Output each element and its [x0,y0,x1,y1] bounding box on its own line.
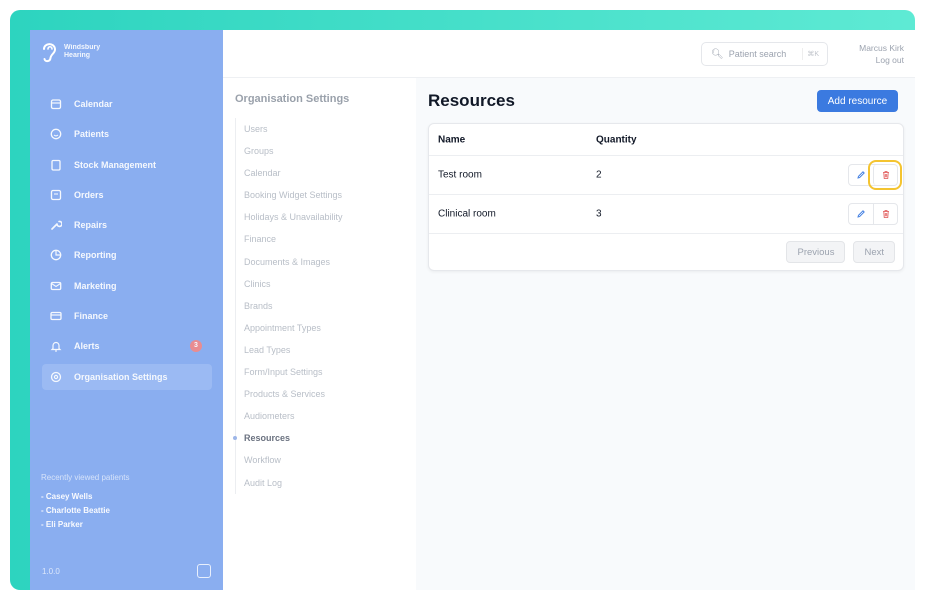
sidebar-item-label: Organisation Settings [74,371,168,382]
search-label: Patient search [728,49,787,59]
recent-patients-title: Recently viewed patients [41,473,130,482]
recent-patient-link[interactable]: - Casey Wells [41,492,130,501]
settings-item-form-input[interactable]: Form/Input Settings [236,361,343,383]
orders-icon [50,189,62,201]
sidebar-item-label: Repairs [74,220,108,231]
sidebar-item-patients[interactable]: Patients [42,121,212,147]
sidebar-item-label: Finance [74,311,109,322]
app-window: Windsbury Hearing Calendar Patients Stoc… [30,30,915,590]
resources-table: Name Quantity Test room 2 Clinical room … [428,123,904,271]
settings-item-audit-log[interactable]: Audit Log [236,472,343,494]
brand[interactable]: Windsbury Hearing [40,40,100,64]
settings-item-users[interactable]: Users [236,118,343,140]
previous-page-button[interactable]: Previous [786,241,846,263]
page-title: Resources [428,91,515,110]
settings-nav: Organisation Settings Users Groups Calen… [223,78,416,590]
alerts-count-badge: 3 [190,340,202,353]
logout-link[interactable]: Log out [859,54,904,66]
sidebar-item-label: Stock Management [74,159,157,170]
trash-icon [882,210,889,218]
settings-item-workflow[interactable]: Workflow [236,449,343,471]
row-actions [848,160,902,190]
table-row: Clinical room 3 [429,195,903,234]
settings-item-clinics[interactable]: Clinics [236,273,343,295]
settings-title: Organisation Settings [235,93,350,105]
bell-icon [50,342,62,352]
edit-button[interactable] [849,165,873,185]
patient-search-button[interactable]: 🔍︎ Patient search ⌘K [701,42,828,66]
table-row: Test room 2 [429,156,903,195]
credit-card-icon [50,311,62,321]
sidebar-item-reporting[interactable]: Reporting [42,242,212,268]
version-label: 1.0.0 [42,567,60,576]
clipboard-icon [51,159,61,171]
calendar-icon [50,99,62,110]
collapse-sidebar-icon[interactable] [197,564,211,578]
main-content: Resources Add resource Name Quantity Tes… [416,78,915,590]
settings-item-resources[interactable]: Resources [233,427,343,449]
pagination: Previous Next [786,241,895,263]
sidebar-item-label: Reporting [74,250,117,261]
settings-item-products[interactable]: Products & Services [236,383,343,405]
settings-list: Users Groups Calendar Booking Widget Set… [233,118,343,494]
recent-patient-link[interactable]: - Charlotte Beattie [41,506,130,515]
sidebar-item-calendar[interactable]: Calendar [42,91,212,117]
table-header: Name Quantity [429,124,903,156]
settings-item-finance[interactable]: Finance [236,228,343,250]
delete-button[interactable] [873,204,897,224]
settings-item-booking-widget[interactable]: Booking Widget Settings [236,184,343,206]
sidebar-item-stock-management[interactable]: Stock Management [42,152,212,178]
mail-icon [50,281,62,290]
delete-button[interactable] [868,160,902,190]
wrench-icon [51,220,62,230]
recent-patient-link[interactable]: - Eli Parker [41,520,130,529]
sidebar-item-marketing[interactable]: Marketing [42,273,212,299]
cell-quantity: 3 [596,208,602,220]
settings-item-appointment-types[interactable]: Appointment Types [236,317,343,339]
user-menu: Marcus Kirk Log out [859,42,904,66]
pencil-icon [857,210,865,218]
trash-icon [882,171,889,179]
settings-item-audiometers[interactable]: Audiometers [236,405,343,427]
cell-quantity: 2 [596,169,602,181]
sidebar-item-label: Marketing [74,280,117,291]
settings-item-lead-types[interactable]: Lead Types [236,339,343,361]
settings-item-holidays[interactable]: Holidays & Unavailability [236,206,343,228]
sidebar-item-label: Patients [74,129,110,140]
add-resource-button[interactable]: Add resource [817,90,898,112]
sidebar-item-orders[interactable]: Orders [42,182,212,208]
settings-item-brands[interactable]: Brands [236,295,343,317]
settings-item-groups[interactable]: Groups [236,140,343,162]
sidebar-item-alerts[interactable]: Alerts 3 [42,333,212,359]
smile-icon [50,128,62,140]
row-actions [848,203,898,225]
column-header-quantity: Quantity [596,134,637,145]
sidebar-item-label: Orders [74,189,104,200]
app-frame: Windsbury Hearing Calendar Patients Stoc… [10,10,915,590]
search-shortcut: ⌘K [802,48,823,60]
sidebar-item-label: Alerts [74,341,100,352]
settings-item-calendar[interactable]: Calendar [236,162,343,184]
sidebar-item-repairs[interactable]: Repairs [42,212,212,238]
top-bar: 🔍︎ Patient search ⌘K Marcus Kirk Log out [223,30,915,78]
next-page-button[interactable]: Next [853,241,895,263]
sidebar-item-organisation-settings[interactable]: Organisation Settings [42,363,212,390]
user-name: Marcus Kirk [859,43,904,53]
recent-patients: Recently viewed patients - Casey Wells -… [41,473,130,534]
ear-logo-icon [43,43,57,63]
sidebar-item-finance[interactable]: Finance [42,303,212,329]
brand-name: Windsbury Hearing [64,44,101,59]
sidebar: Windsbury Hearing Calendar Patients Stoc… [30,30,223,590]
gear-icon [50,371,62,382]
pencil-icon [857,171,865,179]
search-icon: 🔍︎ [711,48,724,60]
sidebar-nav: Calendar Patients Stock Management Order… [42,91,212,394]
cell-name: Clinical room [438,208,496,220]
cell-name: Test room [438,169,482,181]
chart-pie-icon [50,250,62,261]
settings-item-documents[interactable]: Documents & Images [236,251,343,273]
column-header-name: Name [438,134,466,145]
sidebar-item-label: Calendar [74,99,113,109]
edit-button[interactable] [849,204,873,224]
